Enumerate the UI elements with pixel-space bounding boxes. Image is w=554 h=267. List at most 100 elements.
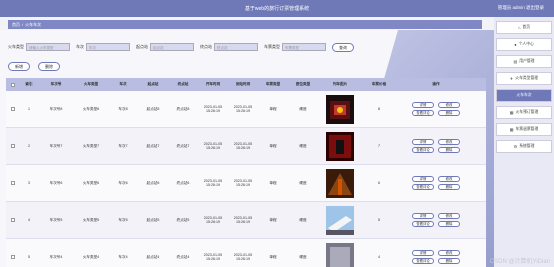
cell-from: 起点站6 <box>146 180 160 185</box>
cell-seat-type: 硬座 <box>299 254 307 259</box>
search-label-ticket: 车票类型 <box>264 44 280 49</box>
view-comment-button[interactable]: 查看评论 <box>412 258 434 264</box>
cell-to: 终点站7 <box>176 143 190 148</box>
cell-ticket-type: 单程 <box>269 106 277 111</box>
train-image <box>326 205 354 235</box>
edit-button[interactable]: 修改 <box>438 250 460 256</box>
cell-price: 4 <box>378 255 380 259</box>
cell-type: 火车类型5 <box>82 217 100 222</box>
add-button[interactable]: 新增 <box>8 62 30 71</box>
table-row: 2 车次号7 火车类型7 车次7 起点站7 终点站7 2023-01-05 15:… <box>6 128 486 165</box>
search-label-to: 终点站 <box>200 44 212 49</box>
breadcrumb: 首页 / 火车车次 <box>8 20 482 29</box>
search-button[interactable]: 查询 <box>332 42 354 52</box>
search-input-from[interactable]: 起点站 <box>150 43 194 51</box>
train-icon: ✈ <box>509 76 514 81</box>
cell-index: 5 <box>28 255 30 259</box>
user-info[interactable]: 管理员 admin 退出登录 <box>498 5 544 11</box>
cell-arrive: 2023-01-05 15:26:19 <box>233 142 253 150</box>
sidebar-item-booking[interactable]: ▦ 火车预订管理 <box>496 106 552 119</box>
row-delete-button[interactable]: 删除 <box>438 221 460 227</box>
train-image <box>326 131 354 161</box>
cell-from: 起点站7 <box>146 143 160 148</box>
main-content: 火车类型 请输入火车类型 车次 车次 起点站 起点站 终点站 终点站 车票类型 … <box>0 30 494 267</box>
action-bar: 新增 删除 <box>8 62 68 71</box>
cell-depart: 2023-01-05 15:26:19 <box>203 216 223 224</box>
col-number: 车次号 <box>50 82 62 86</box>
col-type: 火车类型 <box>83 82 99 86</box>
table-header: 索引 车次号 火车类型 车次 起点站 终点站 开车时间 到站时间 车票类型 座位… <box>6 78 486 91</box>
cell-arrive: 2023-01-05 15:26:19 <box>233 253 253 261</box>
sidebar-item-refund[interactable]: ▦ 车票退票管理 <box>496 123 552 136</box>
col-to: 终点站 <box>177 82 189 86</box>
user-icon: ● <box>514 42 517 47</box>
sidebar-item-home[interactable]: ⌂ 首页 <box>496 21 552 34</box>
view-comment-button[interactable]: 查看评论 <box>412 110 434 116</box>
cell-seat-type: 硬座 <box>299 106 307 111</box>
sidebar-item-train-trips[interactable]: 火车车次 <box>496 89 552 102</box>
cell-depart: 2023-01-05 15:26:19 <box>203 142 223 150</box>
cell-seat-type: 硬座 <box>299 143 307 148</box>
search-input-ticket[interactable]: 车票类型 <box>282 43 326 51</box>
select-all-checkbox[interactable] <box>6 78 20 91</box>
detail-button[interactable]: 详情 <box>412 139 434 145</box>
cell-arrive: 2023-01-05 15:26:19 <box>233 105 253 113</box>
row-delete-button[interactable]: 删除 <box>438 184 460 190</box>
col-depart: 开车时间 <box>205 82 221 86</box>
edit-button[interactable]: 修改 <box>438 102 460 108</box>
row-checkbox[interactable] <box>6 202 20 238</box>
edit-button[interactable]: 修改 <box>438 176 460 182</box>
cell-image <box>318 202 362 238</box>
breadcrumb-home[interactable]: 首页 <box>12 22 20 27</box>
cell-type: 火车类型6 <box>82 180 100 185</box>
cell-to: 终点站6 <box>176 180 190 185</box>
row-delete-button[interactable]: 删除 <box>438 147 460 153</box>
cell-arrive: 2023-01-05 15:26:19 <box>233 179 253 187</box>
cell-seat-type: 硬座 <box>299 180 307 185</box>
row-checkbox[interactable] <box>6 239 20 267</box>
detail-button[interactable]: 详情 <box>412 176 434 182</box>
cell-to: 终点站8 <box>176 106 190 111</box>
sidebar-item-users[interactable]: ▤ 用户管理 <box>496 55 552 68</box>
sidebar-item-system[interactable]: ⚙ 系统管理 <box>496 140 552 153</box>
sidebar-item-train-type[interactable]: ✈ 火车类型管理 <box>496 72 552 85</box>
cell-actions: 详情 修改 查看评论 删除 <box>396 128 476 164</box>
cell-ticket-type: 单程 <box>269 180 277 185</box>
cell-number: 车次号7 <box>49 143 63 148</box>
cell-index: 2 <box>28 144 30 148</box>
row-checkbox[interactable] <box>6 128 20 164</box>
cell-type: 火车类型8 <box>82 106 100 111</box>
cell-trip: 车次5 <box>118 217 128 222</box>
home-icon: ⌂ <box>517 25 521 30</box>
search-label-type: 火车类型 <box>8 44 24 49</box>
row-delete-button[interactable]: 删除 <box>438 110 460 116</box>
cell-image <box>318 165 362 201</box>
search-input-type[interactable]: 请输入火车类型 <box>26 43 70 51</box>
detail-button[interactable]: 详情 <box>412 213 434 219</box>
sidebar-item-profile[interactable]: ● 个人中心 <box>496 38 552 51</box>
row-checkbox[interactable] <box>6 165 20 201</box>
edit-button[interactable]: 修改 <box>438 213 460 219</box>
search-input-to[interactable]: 终点站 <box>214 43 258 51</box>
detail-button[interactable]: 详情 <box>412 102 434 108</box>
cell-image <box>318 128 362 164</box>
row-checkbox[interactable] <box>6 91 20 127</box>
row-delete-button[interactable]: 删除 <box>438 258 460 264</box>
cell-trip: 车次6 <box>118 180 128 185</box>
edit-button[interactable]: 修改 <box>438 139 460 145</box>
detail-button[interactable]: 详情 <box>412 250 434 256</box>
cell-price: 5 <box>378 218 380 222</box>
train-image <box>326 242 354 267</box>
train-image <box>326 94 354 124</box>
cell-actions: 详情 修改 查看评论 删除 <box>396 165 476 201</box>
search-input-trip[interactable]: 车次 <box>86 43 130 51</box>
cell-depart: 2023-01-05 15:26:19 <box>203 253 223 261</box>
view-comment-button[interactable]: 查看评论 <box>412 147 434 153</box>
delete-button[interactable]: 删除 <box>38 62 60 71</box>
view-comment-button[interactable]: 查看评论 <box>412 184 434 190</box>
order-icon: ▦ <box>509 110 514 115</box>
search-label-trip: 车次 <box>76 44 84 49</box>
table-row: 4 车次号5 火车类型5 车次5 起点站5 终点站5 2023-01-05 15:… <box>6 202 486 239</box>
cell-type: 火车类型7 <box>82 143 100 148</box>
view-comment-button[interactable]: 查看评论 <box>412 221 434 227</box>
